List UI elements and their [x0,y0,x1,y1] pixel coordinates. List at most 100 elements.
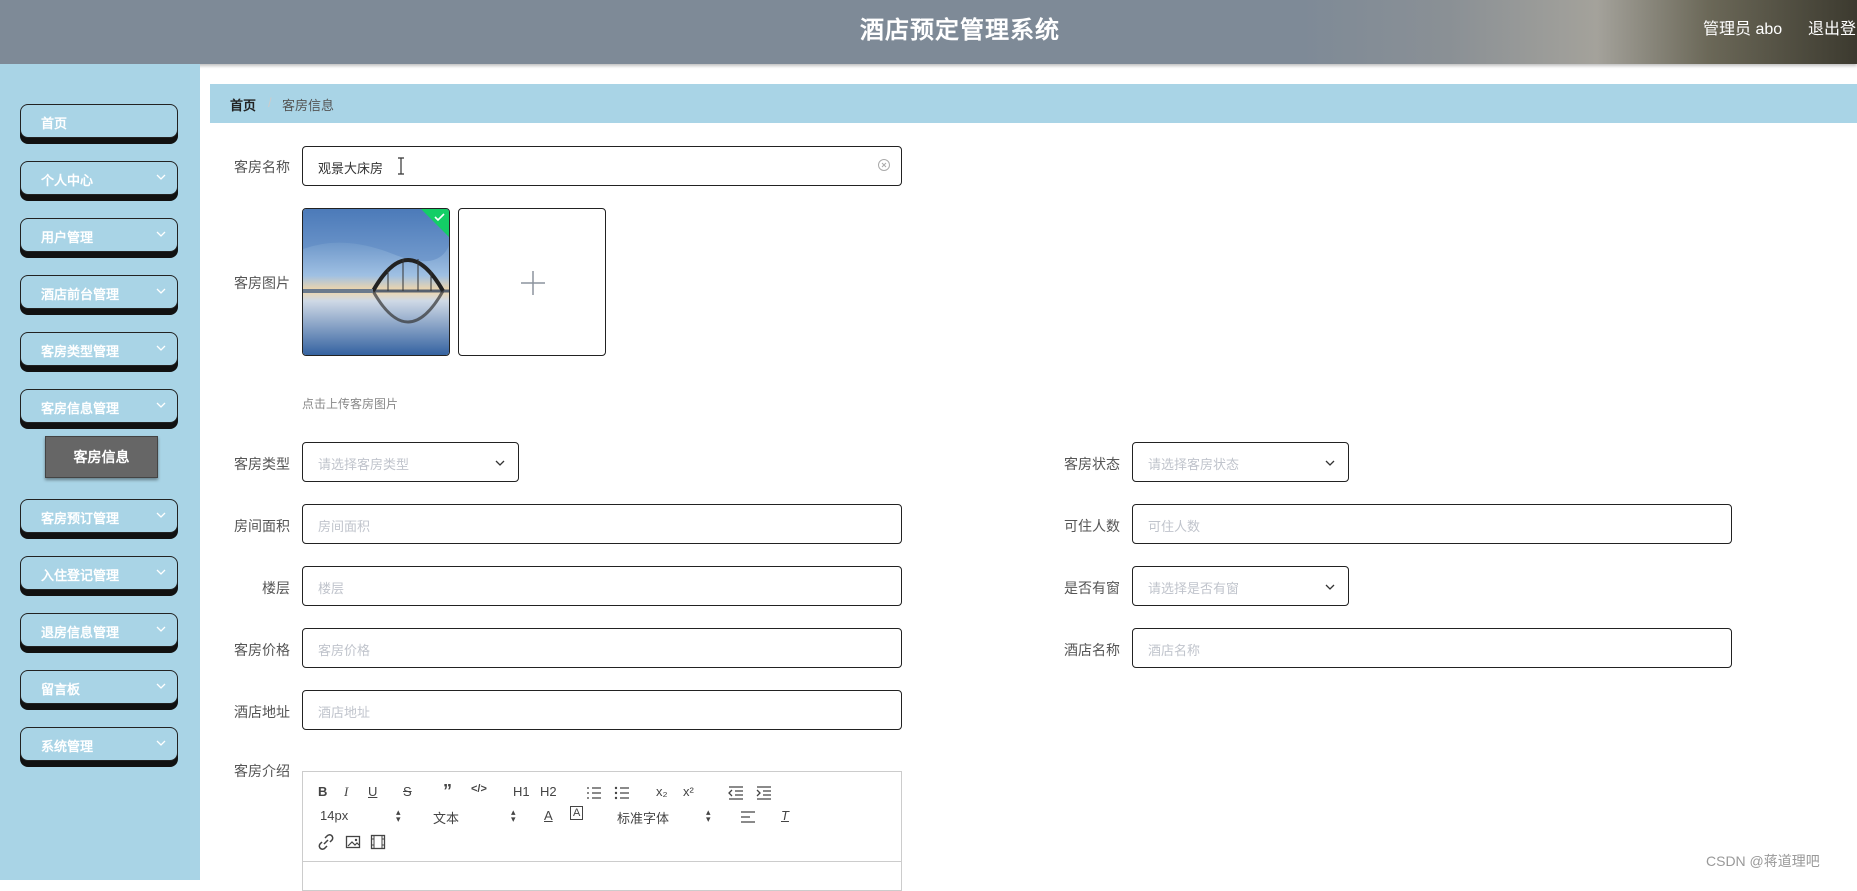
sidebar-item-booking[interactable]: 客房预订管理 [20,499,178,533]
logout-link[interactable]: 退出登录 [1808,15,1857,39]
submenu-item-room-info[interactable]: 客房信息 [45,436,158,478]
hotel-address-input[interactable]: 酒店地址 [302,690,902,730]
sidebar-item-checkin[interactable]: 入住登记管理 [20,556,178,590]
floor-placeholder: 楼层 [318,581,345,596]
uploaded-image-thumbnail[interactable] [302,208,450,356]
chevron-down-icon [1325,460,1335,466]
sidebar-item-label: 首页 [41,116,68,131]
capacity-label: 可住人数 [1064,518,1120,534]
sidebar-item-label: 客房预订管理 [41,511,120,526]
room-area-input[interactable]: 房间面积 [302,504,902,544]
chevron-down-icon [156,345,166,351]
image-icon[interactable] [345,834,361,850]
room-status-placeholder: 请选择客房状态 [1148,457,1240,472]
text-style-value: 文本 [433,811,460,826]
chevron-down-icon [156,174,166,180]
video-icon[interactable] [370,834,386,850]
room-name-input[interactable]: 观景大床房 [302,146,902,186]
chevron-down-icon [156,740,166,746]
chevron-down-icon [1325,584,1335,590]
sidebar-item-label: 酒店前台管理 [41,287,120,302]
sidebar-item-label: 个人中心 [41,173,94,188]
header1-icon[interactable]: H1 [513,784,530,799]
italic-icon[interactable]: I [344,784,348,800]
hotel-name-input[interactable]: 酒店名称 [1132,628,1732,668]
sidebar-item-checkout[interactable]: 退房信息管理 [20,613,178,647]
breadcrumb: 首页 / 客房信息 [210,84,1857,123]
chevron-down-icon [156,231,166,237]
sidebar-item-room-type[interactable]: 客房类型管理 [20,332,178,366]
sidebar-item-message-board[interactable]: 留言板 [20,670,178,704]
font-family-value: 标准字体 [617,811,670,826]
sidebar-item-room-info[interactable]: 客房信息管理 [20,389,178,423]
align-icon[interactable] [740,810,756,824]
font-size-value: 14px [320,808,349,823]
app-header: 酒店预定管理系统 管理员 abo 退出登录 [0,0,1857,64]
sidebar-item-home[interactable]: 首页 [20,104,178,138]
ordered-list-icon[interactable] [586,786,602,800]
font-size-select[interactable]: 14px ▴ ▾ [320,808,401,824]
sidebar-item-label: 用户管理 [41,230,94,245]
breadcrumb-current: 客房信息 [282,98,335,113]
has-window-placeholder: 请选择是否有窗 [1148,581,1240,596]
hotel-name-label: 酒店名称 [1064,642,1120,658]
room-type-placeholder: 请选择客房类型 [318,457,410,472]
updown-icon: ▴ ▾ [706,807,711,824]
hotel-name-placeholder: 酒店名称 [1148,643,1201,658]
room-status-select[interactable]: 请选择客房状态 [1132,442,1349,482]
clear-format-icon[interactable]: T [781,808,789,823]
chevron-down-icon [156,683,166,689]
subscript-icon[interactable]: x₂ [656,784,668,799]
link-icon[interactable] [318,834,334,850]
clear-icon[interactable] [877,158,891,172]
font-family-select[interactable]: 标准字体 ▴ ▾ [617,808,711,827]
bullet-list-icon[interactable] [614,786,630,800]
rich-text-editor[interactable]: B I U S ” </> H1 H2 x₂ x² 14px ▴ ▾ 文本 ▴ ▾ … [302,771,902,891]
room-type-label: 客房类型 [234,456,290,472]
sidebar-item-front-desk[interactable]: 酒店前台管理 [20,275,178,309]
indent-icon[interactable] [756,786,772,800]
watermark: CSDN @蒋道理吧 [1706,853,1820,869]
room-status-label: 客房状态 [1064,456,1120,472]
font-color-icon[interactable]: A [544,808,553,823]
background-color-icon[interactable]: A [570,806,584,820]
code-block-icon[interactable]: </> [471,783,487,795]
sidebar-item-label: 入住登记管理 [41,568,120,583]
updown-icon: ▴ ▾ [511,807,516,824]
breadcrumb-home[interactable]: 首页 [230,95,256,114]
outdent-icon[interactable] [728,786,744,800]
sidebar: 首页 个人中心 用户管理 酒店前台管理 客房类型管理 客房信息管理 客房信息 客… [0,64,200,880]
current-user[interactable]: 管理员 abo [1703,15,1782,39]
capacity-placeholder: 可住人数 [1148,519,1201,534]
room-price-input[interactable]: 客房价格 [302,628,902,668]
editor-toolbar: B I U S ” </> H1 H2 x₂ x² 14px ▴ ▾ 文本 ▴ ▾ … [303,772,901,862]
sidebar-item-user-management[interactable]: 用户管理 [20,218,178,252]
room-price-placeholder: 客房价格 [318,643,371,658]
room-intro-label: 客房介绍 [234,763,290,779]
check-icon [421,209,449,237]
updown-icon: ▴ ▾ [396,807,401,824]
floor-input[interactable]: 楼层 [302,566,902,606]
upload-button[interactable] [458,208,606,356]
floor-label: 楼层 [262,580,290,596]
bold-icon[interactable]: B [318,784,327,799]
text-style-select[interactable]: 文本 ▴ ▾ [433,808,516,827]
header2-icon[interactable]: H2 [540,784,557,799]
underline-icon[interactable]: U [368,784,377,799]
hotel-address-label: 酒店地址 [234,704,290,720]
strikethrough-icon[interactable]: S [403,784,412,799]
blockquote-icon[interactable]: ” [443,781,452,802]
superscript-icon[interactable]: x² [683,784,694,799]
room-area-placeholder: 房间面积 [318,519,371,534]
has-window-select[interactable]: 请选择是否有窗 [1132,566,1349,606]
hotel-address-placeholder: 酒店地址 [318,705,371,720]
submenu-item-label: 客房信息 [73,449,130,465]
capacity-input[interactable]: 可住人数 [1132,504,1732,544]
room-type-select[interactable]: 请选择客房类型 [302,442,519,482]
sidebar-item-system[interactable]: 系统管理 [20,727,178,761]
sidebar-item-personal-center[interactable]: 个人中心 [20,161,178,195]
sidebar-item-label: 退房信息管理 [41,625,120,640]
sidebar-item-label: 系统管理 [41,739,94,754]
sidebar-item-label: 留言板 [41,682,81,697]
breadcrumb-separator: / [268,95,272,110]
